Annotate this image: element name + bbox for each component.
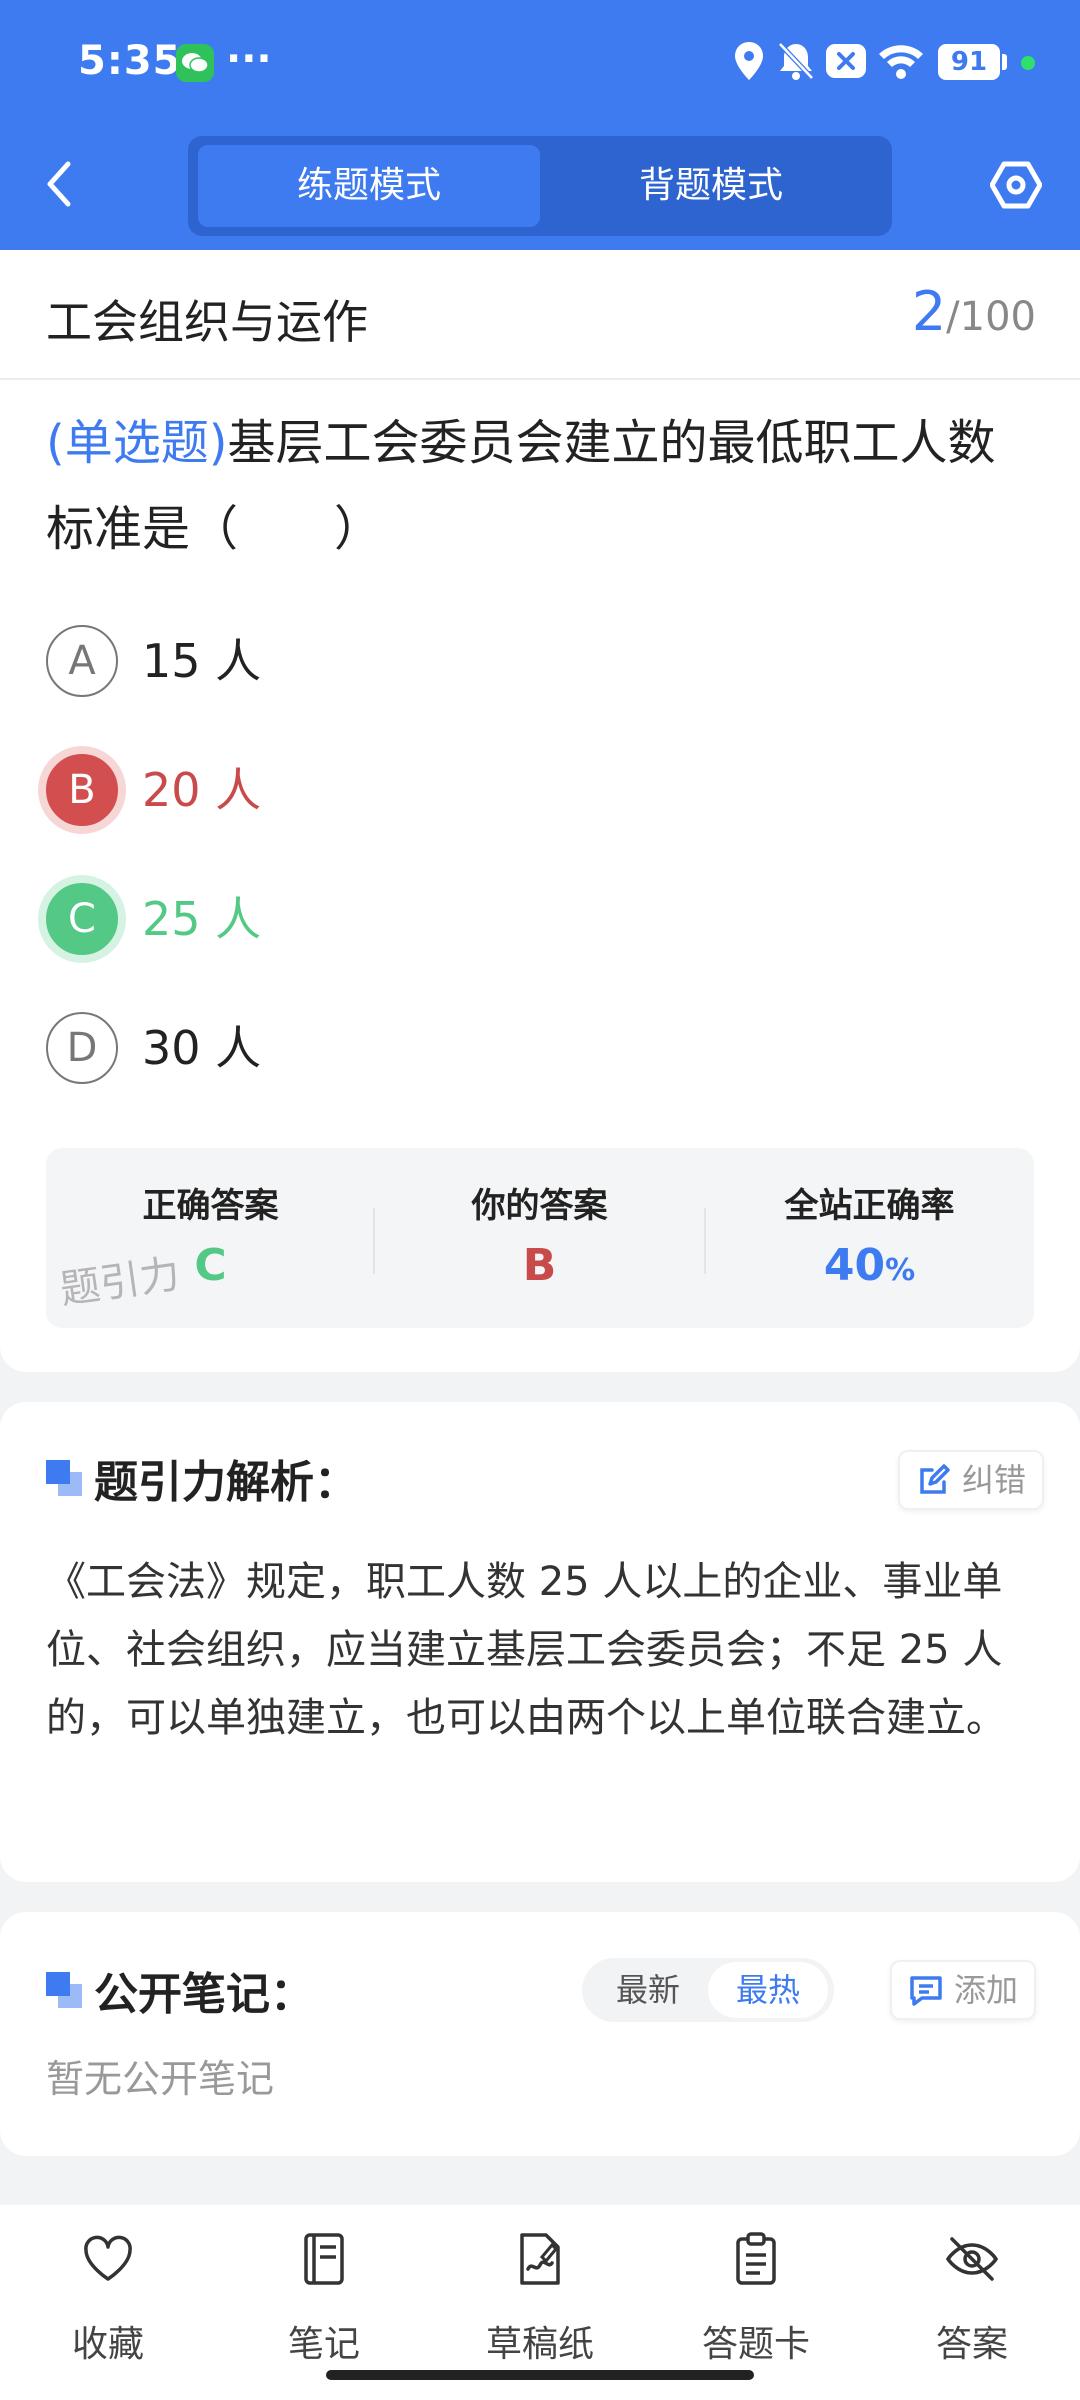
report-error-label: 纠错 (962, 1461, 1027, 1499)
sort-latest-button[interactable]: 最新 (588, 1962, 708, 2018)
question-text: (单选题)基层工会委员会建立的最低职工人数标准是（ ） (46, 400, 1036, 572)
notebook-icon (304, 2233, 344, 2285)
correct-answer-label: 正确答案 (142, 1186, 279, 1226)
option-d[interactable]: D 30 人 (46, 1012, 646, 1086)
your-answer-stat: 你的答案 B (375, 1148, 704, 1328)
empty-notes-text: 暂无公开笔记 (46, 2057, 275, 2101)
nav-favorite[interactable]: 收藏 (0, 2205, 216, 2375)
battery-tip (1002, 54, 1007, 70)
answer-stats-panel: 正确答案 C 你的答案 B 全站正确率 40% (46, 1148, 1034, 1328)
nav-notes[interactable]: 笔记 (216, 2205, 432, 2375)
current-question-number: 2 (911, 280, 947, 343)
option-text: 30 人 (142, 1021, 262, 1075)
site-accuracy-number: 40 (823, 1240, 886, 1291)
your-answer-label: 你的答案 (471, 1186, 608, 1226)
option-letter: D (46, 1012, 118, 1084)
nav-answer[interactable]: 答案 (864, 2205, 1080, 2375)
option-text: 20 人 (142, 763, 262, 817)
question-type: (单选题) (46, 415, 228, 471)
report-error-button[interactable]: 纠错 (898, 1450, 1045, 1510)
question-card: 工会组织与运作 2/100 (单选题)基层工会委员会建立的最低职工人数标准是（ … (0, 250, 1080, 1372)
option-a[interactable]: A 15 人 (46, 625, 646, 699)
comment-icon (910, 1976, 942, 2006)
back-icon[interactable] (44, 160, 72, 212)
nav-label: 答案 (935, 2324, 1008, 2365)
nav-answer-sheet[interactable]: 答题卡 (648, 2205, 864, 2375)
heart-icon (84, 2235, 132, 2281)
app-header: 5:35 ··· 91 练题模式 背题模式 (0, 0, 1080, 250)
total-questions: /100 (946, 294, 1036, 340)
bell-muted-icon (776, 40, 816, 86)
nav-label: 答题卡 (701, 2324, 810, 2365)
your-answer-value: B (522, 1240, 557, 1291)
eye-off-icon (945, 2237, 999, 2281)
analysis-card: 题引力解析： 纠错 《工会法》规定，职工人数 25 人以上的企业、事业单位、社会… (0, 1402, 1080, 1882)
section-square-icon (46, 1460, 82, 1496)
wifi-icon (876, 40, 926, 86)
nav-label: 草稿纸 (485, 2324, 594, 2365)
answer-sheet-icon (736, 2232, 776, 2285)
analysis-text: 《工会法》规定，职工人数 25 人以上的企业、事业单位、社会组织，应当建立基层工… (46, 1559, 1006, 1741)
location-icon (732, 40, 766, 86)
mode-practice-button[interactable]: 练题模式 (198, 145, 540, 227)
analysis-title: 题引力解析： (94, 1457, 358, 1508)
sort-hottest-button[interactable]: 最热 (708, 1962, 828, 2018)
home-indicator[interactable] (326, 2370, 754, 2380)
dnd-icon (826, 44, 866, 82)
add-note-label: 添加 (954, 1971, 1019, 2009)
option-text: 15 人 (142, 634, 262, 688)
notes-title: 公开笔记： (94, 1969, 314, 2020)
public-notes-card: 公开笔记： 最新 最热 添加 暂无公开笔记 (0, 1912, 1080, 2156)
option-b[interactable]: B 20 人 (46, 754, 646, 828)
more-notifications-icon: ··· (226, 36, 272, 82)
notes-sort-toggle: 最新 最热 (582, 1958, 834, 2022)
site-accuracy-label: 全站正确率 (784, 1186, 955, 1226)
add-note-button[interactable]: 添加 (890, 1960, 1037, 2020)
status-bar: 5:35 ··· 91 (0, 0, 1080, 120)
option-letter: A (46, 625, 118, 697)
draft-paper-icon (520, 2233, 560, 2285)
category-row: 工会组织与运作 2/100 (0, 250, 1080, 380)
mode-toggle: 练题模式 背题模式 (188, 136, 892, 236)
question-counter: 2/100 (912, 280, 1036, 343)
mode-recite-button[interactable]: 背题模式 (540, 145, 882, 227)
nav-label: 笔记 (287, 2324, 360, 2365)
option-letter: B (46, 754, 118, 826)
edit-icon (920, 1464, 950, 1494)
site-accuracy-value: 40% (705, 1240, 1034, 1291)
category-title: 工会组织与运作 (46, 295, 368, 349)
option-text: 25 人 (142, 892, 262, 946)
site-accuracy-stat: 全站正确率 40% (705, 1148, 1034, 1328)
active-indicator-dot (1021, 56, 1035, 70)
option-letter: C (46, 883, 118, 955)
section-square-icon (46, 1972, 82, 2008)
wechat-icon (176, 44, 214, 82)
settings-hexagon-icon[interactable] (989, 160, 1043, 214)
option-c[interactable]: C 25 人 (46, 883, 646, 957)
percent-sign: % (885, 1253, 916, 1288)
nav-draft[interactable]: 草稿纸 (432, 2205, 648, 2375)
nav-label: 收藏 (71, 2324, 144, 2365)
status-time: 5:35 (78, 38, 182, 84)
battery-level: 91 (938, 44, 1000, 80)
